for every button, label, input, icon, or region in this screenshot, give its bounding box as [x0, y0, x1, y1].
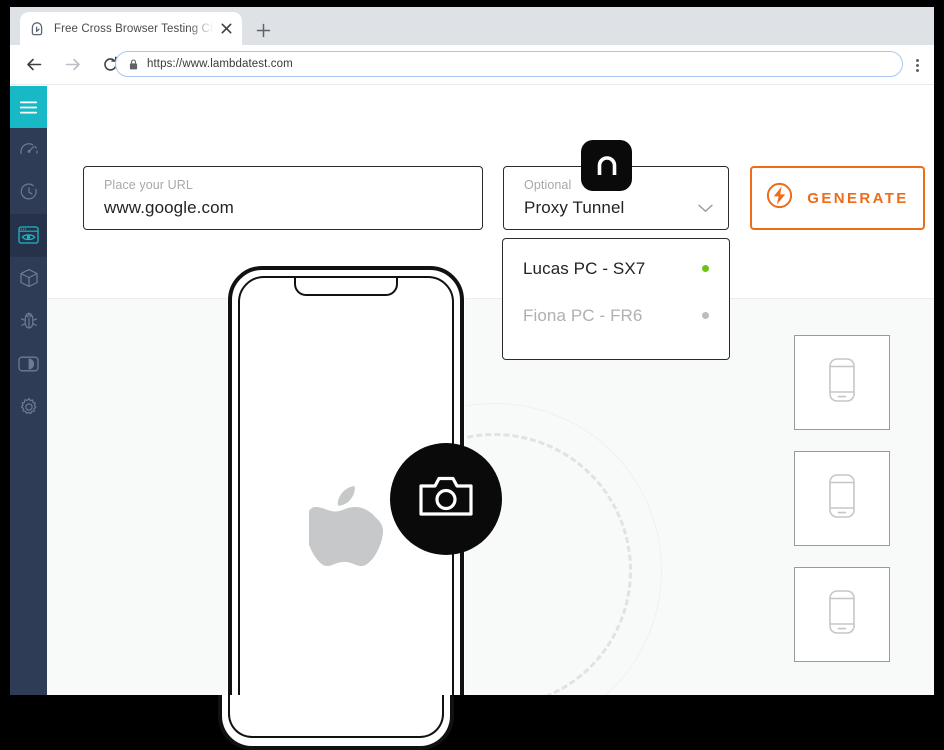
sidebar-spacer: [10, 429, 47, 689]
proxy-option-lucas[interactable]: Lucas PC - SX7: [503, 245, 729, 292]
browser-tab-strip: Free Cross Browser Testing Clou: [10, 7, 934, 45]
browser-tab-title: Free Cross Browser Testing Clou: [54, 23, 214, 35]
phone-overflow-region: [218, 695, 454, 750]
address-bar-url: https://www.lambdatest.com: [147, 58, 293, 70]
chevron-down-icon[interactable]: [698, 200, 713, 218]
generate-button[interactable]: GENERATE: [750, 166, 925, 230]
lock-icon: [128, 59, 139, 70]
window-bottom-frame: [0, 695, 944, 750]
sidebar-item-history[interactable]: [10, 171, 47, 214]
mobile-device-icon: [827, 589, 857, 640]
generate-button-label: GENERATE: [807, 190, 908, 207]
app-sidebar: [10, 86, 47, 695]
sidebar-item-settings[interactable]: [10, 386, 47, 429]
proxy-select-dropdown: Lucas PC - SX7 Fiona PC - FR6: [502, 238, 730, 360]
capture-button[interactable]: [390, 443, 502, 555]
browser-toolbar: https://www.lambdatest.com: [10, 45, 934, 85]
device-card[interactable]: [794, 451, 890, 546]
back-button[interactable]: [20, 51, 48, 79]
url-input-value: www.google.com: [104, 195, 462, 221]
proxy-option-label: Lucas PC - SX7: [523, 259, 702, 279]
tunnel-arch-icon: [581, 140, 632, 191]
three-dot-menu-icon[interactable]: [907, 55, 927, 75]
page-viewport: Place your URL www.google.com Optional P…: [10, 86, 934, 695]
proxy-select-value: Proxy Tunnel: [524, 195, 708, 221]
new-tab-button[interactable]: [250, 17, 276, 43]
url-input[interactable]: Place your URL www.google.com: [83, 166, 483, 230]
mobile-device-icon: [827, 473, 857, 524]
browser-tab[interactable]: Free Cross Browser Testing Clou: [20, 12, 242, 45]
browser-window: Free Cross Browser Testing Clou: [10, 7, 934, 695]
mobile-device-icon: [827, 357, 857, 408]
screenshot-tool-panel: Place your URL www.google.com Optional P…: [47, 86, 934, 695]
lightning-bolt-icon: [766, 182, 793, 214]
sidebar-item-issue-tracker[interactable]: [10, 300, 47, 343]
address-bar[interactable]: https://www.lambdatest.com: [115, 51, 903, 77]
device-results-list: [794, 335, 890, 662]
sidebar-item-dashboard[interactable]: [10, 128, 47, 171]
sidebar-item-menu-toggle[interactable]: [10, 86, 47, 128]
apple-logo-icon: [309, 486, 383, 579]
lambdatest-favicon-icon: [28, 20, 45, 37]
proxy-option-label: Fiona PC - FR6: [523, 306, 702, 326]
close-icon[interactable]: [218, 21, 234, 37]
sidebar-item-integrations[interactable]: [10, 257, 47, 300]
camera-icon: [418, 474, 474, 525]
proxy-option-fiona[interactable]: Fiona PC - FR6: [503, 292, 729, 339]
status-dot-online: [702, 265, 709, 272]
forward-button[interactable]: [58, 51, 86, 79]
sidebar-item-screenshot[interactable]: [10, 214, 47, 257]
url-input-label: Place your URL: [104, 177, 462, 193]
device-card[interactable]: [794, 335, 890, 430]
sidebar-item-responsive[interactable]: [10, 343, 47, 386]
status-dot-offline: [702, 312, 709, 319]
device-card[interactable]: [794, 567, 890, 662]
phone-notch: [294, 276, 398, 296]
screenshot-root: Free Cross Browser Testing Clou: [0, 0, 944, 750]
